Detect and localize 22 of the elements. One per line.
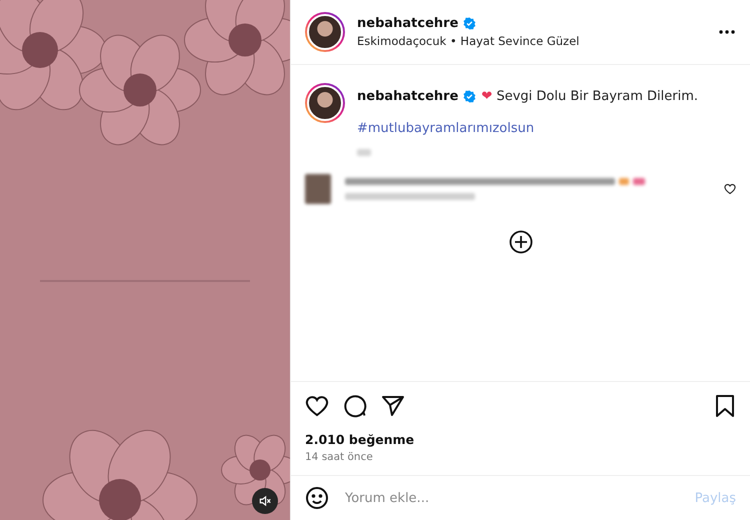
muted-speaker-icon [258,494,272,508]
blurred-emoji [619,178,629,185]
heart-icon[interactable] [305,394,329,418]
send-icon[interactable] [381,394,405,418]
emoji-icon[interactable] [305,486,329,510]
avatar[interactable] [305,12,345,52]
hashtag-link[interactable]: #mutlubayramlarımızolsun [357,121,736,136]
username[interactable]: nebahatcehre [357,89,458,104]
likes-count[interactable]: 2.010 beğenme [291,424,750,449]
blurred-time [357,149,371,156]
post-time: 14 saat önce [304,450,374,465]
location-text: Eskimodaçocuk • Hayat Sevince Güzel [357,34,580,48]
caption-text: ❤ Sevgi Dolu Bir Bayram Dilerim. [481,89,698,104]
username[interactable]: nebahatcehre [357,16,458,31]
comment-icon[interactable] [343,394,367,418]
more-icon[interactable] [718,29,736,35]
heart-icon[interactable] [724,183,736,195]
add-icon[interactable] [508,230,532,254]
blurred-avatar [305,174,331,204]
bookmark-icon[interactable] [714,394,736,418]
avatar[interactable] [305,83,345,123]
blurred-emoji [633,178,645,185]
